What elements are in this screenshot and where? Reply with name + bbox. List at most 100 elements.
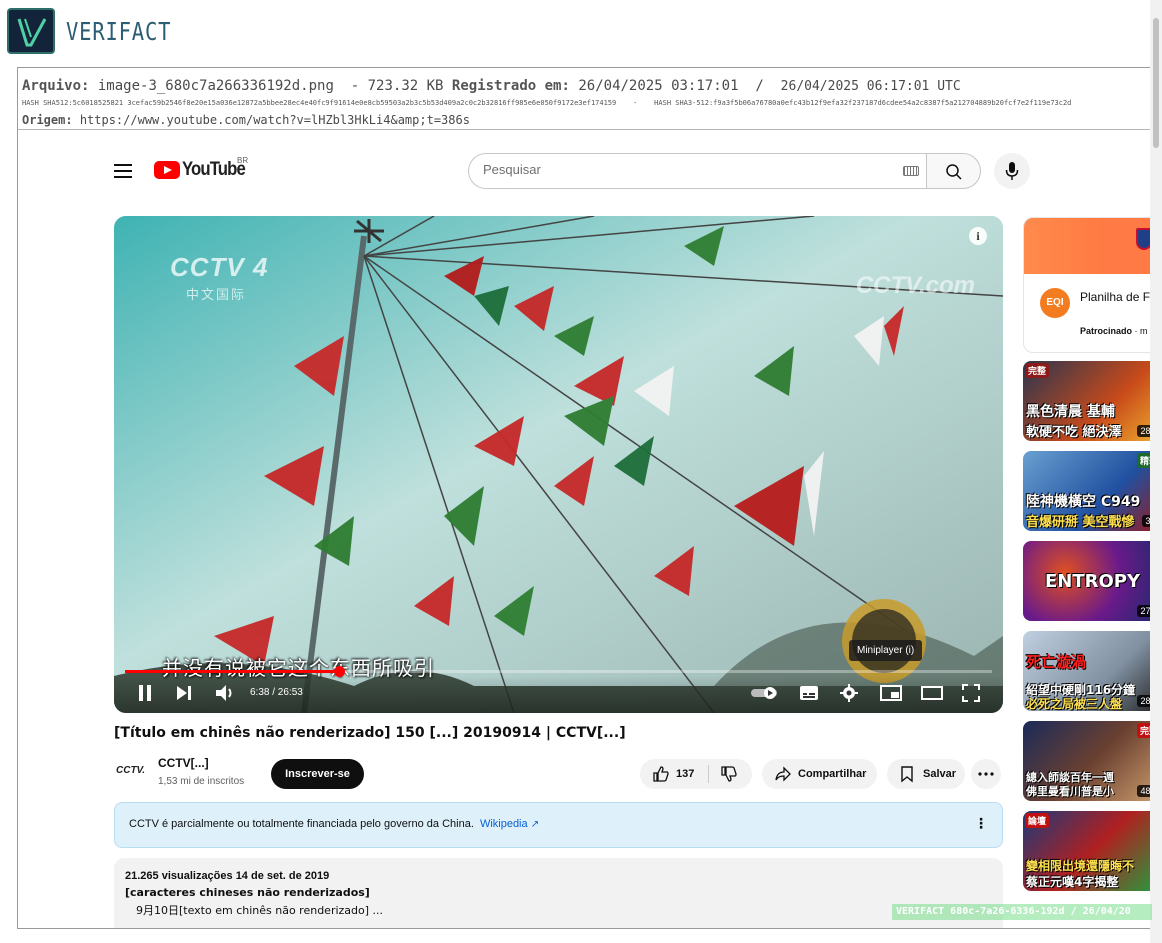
next-icon[interactable] (176, 684, 192, 702)
description-box[interactable]: 21.265 visualizações 14 de set. de 2019 … (114, 858, 1003, 928)
recommended-video-1[interactable]: 完整 黑色清晨 基輔 軟硬不吃 絕決澤 28:4 (1023, 361, 1162, 441)
search-button[interactable] (926, 153, 981, 189)
verifact-header: VERIFACT (0, 0, 1162, 66)
time-separator: / (755, 78, 764, 94)
microphone-icon (1005, 162, 1019, 180)
cctv4-subtitle: 中文国际 (186, 288, 247, 303)
save-label: Salvar (923, 768, 957, 780)
advertiser-avatar: EQI (1040, 288, 1070, 318)
info-icon[interactable]: i (969, 227, 987, 245)
like-count[interactable]: 137 (676, 768, 694, 780)
youtube-play-icon (154, 161, 180, 179)
video-time: 6:38 / 26:53 (250, 687, 303, 698)
country-code: BR (237, 156, 249, 165)
thumb-caption: 黑色清晨 基輔 (1026, 404, 1115, 420)
menu-icon[interactable] (114, 164, 132, 178)
view-count-date: 21.265 visualizações 14 de set. de 2019 (125, 870, 330, 882)
hash-sha3: HASH SHA3-512:f9a3f5b06a76780a0efc43b12f… (654, 99, 1072, 107)
autoplay-toggle-icon[interactable] (750, 686, 780, 700)
voice-search-button[interactable] (994, 153, 1030, 189)
share-button[interactable]: Compartilhar (762, 759, 877, 789)
progress-bar[interactable] (125, 666, 992, 677)
video-player[interactable]: CCTV 4 中文国际 CCTV.com i 并没有说被它这个东西所吸引 Min… (114, 216, 1003, 713)
pause-icon[interactable] (138, 684, 152, 702)
youtube-page: YouTube BR Pesquisar CCTV 4 中文国际 CCTV.co… (18, 131, 1162, 928)
keyboard-icon[interactable] (903, 166, 919, 176)
scrollbar-thumb[interactable] (1153, 18, 1159, 148)
theater-mode-icon[interactable] (921, 684, 943, 702)
funding-notice: CCTV é parcialmente ou totalmente financ… (114, 802, 1003, 848)
file-label: Arquivo: (22, 78, 90, 94)
save-button[interactable]: Salvar (887, 759, 965, 789)
youtube-wordmark: YouTube (182, 159, 246, 180)
thumb-caption-3: 必死之局被三人盤 (1026, 697, 1123, 711)
thumb-caption: 陸神機橫空 C949 (1026, 494, 1141, 510)
thumb-caption-2: 音爆研掰 美空戰慘 (1026, 515, 1135, 530)
subscriber-count: 1,53 mi de inscritos (158, 776, 245, 787)
bookmark-icon (901, 766, 913, 783)
sponsored-suffix: · m (1132, 326, 1148, 336)
cctv4-watermark: CCTV 4 (170, 252, 269, 282)
player-controls: 6:38 / 26:53 (114, 676, 1003, 713)
thumb-tag: 論壇 (1025, 813, 1050, 828)
verifact-logo-icon (7, 8, 55, 54)
progress-fill (125, 670, 339, 673)
search-box[interactable]: Pesquisar (468, 153, 927, 189)
thumb-caption-2: 軟硬不吃 絕決澤 (1026, 425, 1122, 440)
thumb-caption-2: 佛里曼看川普是小 (1026, 785, 1114, 798)
share-label: Compartilhar (798, 768, 867, 780)
volume-icon[interactable] (215, 684, 235, 702)
thumb-caption: 變相限出境還隱晦不 (1026, 859, 1135, 873)
subscribe-button[interactable]: Inscrever-se (271, 759, 364, 789)
recommended-video-4[interactable]: 死亡漩渦 紹望中硬剛116分鐘 必死之局被三人盤 28:0 (1023, 631, 1162, 711)
sponsored-label: Patrocinado (1080, 326, 1133, 336)
verifact-watermark: VERIFACT 680c-7a26-6336-192d / 26/04/20 (892, 904, 1152, 920)
notice-menu-icon[interactable]: ⋮ (974, 816, 988, 832)
hash-separator: - (633, 99, 638, 107)
settings-gear-icon[interactable] (840, 684, 858, 702)
recommended-video-3[interactable]: ENTROPY 27:1 (1023, 541, 1162, 621)
hash-sha512: HASH SHA512:5c6018525821 3cefac59b2546f8… (22, 99, 617, 107)
funding-notice-text: CCTV é parcialmente ou totalmente financ… (129, 818, 539, 830)
description-line-1: [caracteres chineses não renderizados] (125, 886, 370, 899)
registered-label: Registrado em: (451, 78, 570, 94)
funding-notice-body: CCTV é parcialmente ou totalmente financ… (129, 818, 474, 830)
file-name: image-3_680c7a266336192d.png (97, 78, 334, 94)
channel-avatar[interactable]: CCTV. (116, 765, 145, 776)
evidence-frame: Arquivo: image-3_680c7a266336192d.png - … (17, 67, 1162, 929)
channel-name[interactable]: CCTV[...] (158, 756, 209, 770)
thumb-caption: 死亡漩渦 (1026, 653, 1087, 671)
recommended-video-5[interactable]: 完整 總入師談百年一週 佛里曼看川普是小 48:1 (1023, 721, 1162, 801)
miniplayer-tooltip: Miniplayer (i) (849, 640, 923, 661)
recommended-video-6[interactable]: 論壇 變相限出境還隱晦不 蔡正元嘆4字揭整 (1023, 811, 1162, 891)
thumb-caption: ENTROPY (1045, 571, 1141, 592)
thumb-tag: 完整 (1025, 363, 1050, 378)
more-actions-button[interactable] (971, 759, 1001, 789)
origin-url[interactable]: https://www.youtube.com/watch?v=lHZbl3Hk… (80, 113, 470, 127)
hash-row: HASH SHA512:5c6018525821 3cefac59b2546f8… (22, 99, 1071, 107)
verifact-logo-text: VERIFACT (66, 17, 172, 46)
miniplayer-icon[interactable] (880, 684, 902, 702)
recommended-video-2[interactable]: 精華 陸神機橫空 C949 音爆研掰 美空戰慘 31: (1023, 451, 1162, 531)
file-size: - 723.32 KB (350, 78, 444, 94)
origin-row: Origem: https://www.youtube.com/watch?v=… (22, 113, 470, 127)
registered-local-time: 26/04/2025 03:17:01 (578, 78, 739, 94)
share-icon (775, 766, 791, 782)
thumbs-up-icon[interactable] (652, 765, 670, 783)
page-scrollbar[interactable] (1150, 0, 1162, 943)
thumbs-down-icon[interactable] (720, 765, 738, 783)
sponsored-card[interactable]: EQI Planilha de FIIs Patrocinado · m (1023, 217, 1162, 353)
registered-utc-time: 26/04/2025 06:17:01 UTC (780, 79, 961, 94)
cctv-com-watermark: CCTV.com (855, 272, 975, 299)
video-title: [Título em chinês não renderizado] 150 [… (114, 725, 626, 741)
captions-icon[interactable] (799, 684, 819, 702)
fullscreen-icon[interactable] (962, 684, 980, 702)
external-link-icon[interactable]: ↗ (531, 819, 539, 830)
search-input[interactable]: Pesquisar (483, 162, 541, 177)
more-horizontal-icon (978, 772, 994, 776)
search-icon (946, 164, 962, 180)
wikipedia-link[interactable]: Wikipedia (480, 818, 528, 830)
evidence-metadata: Arquivo: image-3_680c7a266336192d.png - … (18, 68, 1162, 130)
like-divider (708, 765, 709, 783)
ad-sponsored: Patrocinado · m (1080, 326, 1148, 336)
